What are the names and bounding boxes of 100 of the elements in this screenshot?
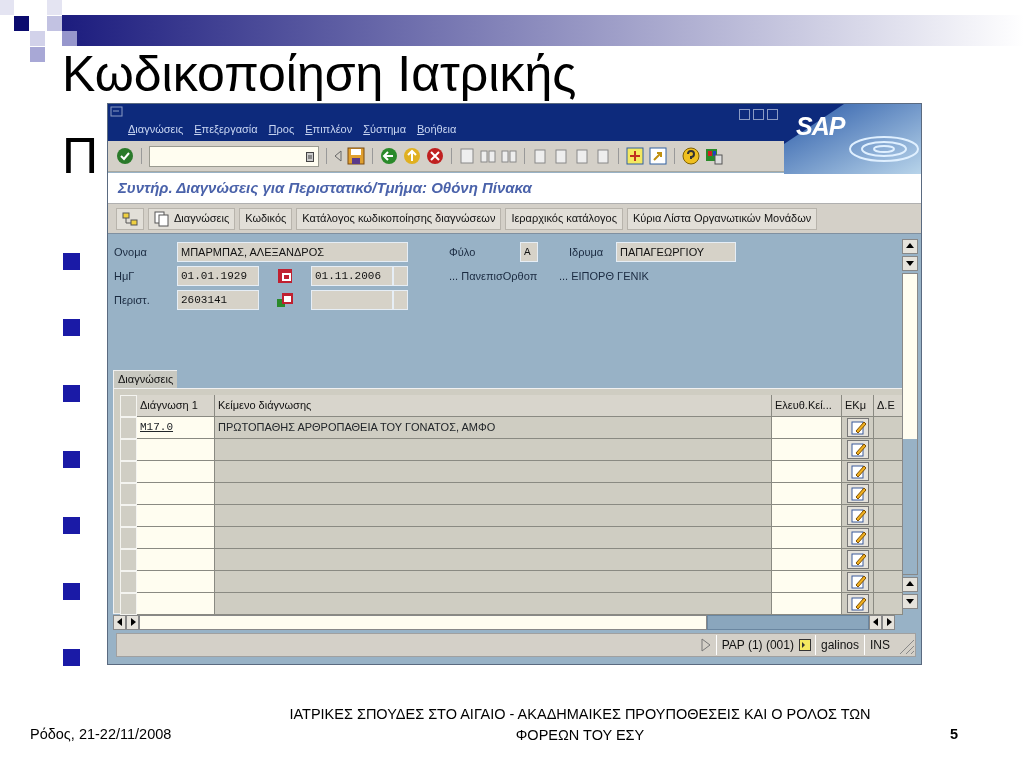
minimize-button[interactable] <box>739 109 750 120</box>
toolbar-button[interactable]: Διαγνώσεις <box>148 207 236 230</box>
input-field[interactable] <box>137 504 215 527</box>
toolbar-button[interactable]: Κωδικός <box>239 207 293 230</box>
input-field[interactable] <box>772 438 842 461</box>
scroll-left-button[interactable] <box>113 614 126 630</box>
back-icon[interactable] <box>380 147 398 166</box>
edit-button[interactable] <box>846 417 869 437</box>
up-arrow-icon <box>906 581 914 588</box>
scroll-up-button[interactable] <box>902 238 918 254</box>
menu-item[interactable]: Επιπλέον <box>305 121 353 138</box>
input-field[interactable] <box>137 460 215 483</box>
input-field[interactable] <box>772 482 842 505</box>
input-field[interactable] <box>772 570 842 593</box>
column-header[interactable]: Κείμενο διάγνωσης <box>215 394 772 417</box>
up-arrow-icon <box>906 243 914 250</box>
scroll-up-button[interactable] <box>902 576 918 592</box>
print-icon[interactable] <box>459 148 475 165</box>
page-icon[interactable] <box>595 148 611 165</box>
pencil-icon <box>849 507 866 524</box>
calendar-icon[interactable] <box>276 291 294 308</box>
hierarchy-button[interactable] <box>116 207 144 230</box>
scrollbar-thumb[interactable] <box>903 438 917 574</box>
window-icon <box>110 106 124 118</box>
input-field[interactable] <box>137 438 215 461</box>
edit-button[interactable] <box>846 593 869 613</box>
input-field[interactable] <box>772 526 842 549</box>
bullet-icon <box>63 319 80 336</box>
input-field[interactable] <box>772 416 842 439</box>
close-button[interactable] <box>767 109 778 120</box>
dropdown-icon[interactable] <box>306 150 314 162</box>
menu-item[interactable]: Προς <box>268 121 295 138</box>
menu-item[interactable]: Επεξεργασία <box>194 121 258 138</box>
edit-button[interactable] <box>846 549 869 569</box>
toolbar-button[interactable]: Κατάλογος κωδικοποίησης διαγνώσεων <box>296 207 502 230</box>
menu-item[interactable]: Βοήθεια <box>417 121 457 138</box>
save-icon[interactable] <box>347 147 365 166</box>
command-field[interactable] <box>149 145 319 167</box>
pencil-icon <box>849 485 866 502</box>
input-field[interactable] <box>137 526 215 549</box>
edit-button[interactable] <box>846 527 869 547</box>
check-icon[interactable] <box>116 147 134 166</box>
status-icon[interactable] <box>798 639 811 652</box>
input-field[interactable] <box>772 548 842 571</box>
diagnosis-code-link[interactable]: M17.0 <box>140 419 173 436</box>
edit-button[interactable] <box>846 505 869 525</box>
cancel-icon[interactable] <box>426 147 444 166</box>
calendar-icon[interactable] <box>277 267 293 284</box>
input-field[interactable] <box>137 592 215 615</box>
column-header[interactable]: Διάγνωση 1 <box>137 394 215 417</box>
column-header[interactable]: Ελευθ.Κεί... <box>772 394 842 417</box>
menu-item[interactable]: Σύστημα <box>363 121 406 138</box>
display-field[interactable]: 2603141 <box>177 289 259 310</box>
input-field[interactable] <box>772 504 842 527</box>
edit-button[interactable] <box>846 461 869 481</box>
user-name: galinos <box>814 635 864 656</box>
display-field[interactable] <box>311 289 393 310</box>
scroll-down-button[interactable] <box>902 593 918 609</box>
column-header[interactable]: ΕΚμ <box>842 394 874 417</box>
display-field[interactable] <box>393 265 408 286</box>
new-session-icon[interactable] <box>626 147 644 166</box>
edit-button[interactable] <box>846 439 869 459</box>
column-header[interactable]: Δ.Ε <box>874 394 903 417</box>
display-field[interactable]: ΠΑΠΑΓΕΩΡΓΙΟΥ <box>616 241 736 262</box>
triangle-left-icon[interactable] <box>334 150 342 163</box>
binoculars-icon[interactable] <box>480 148 496 165</box>
scroll-down-button[interactable] <box>902 255 918 271</box>
page-icon[interactable] <box>574 148 590 165</box>
display-field[interactable]: 01.01.1929 <box>177 265 259 286</box>
edit-button[interactable] <box>846 483 869 503</box>
display-field[interactable]: Α <box>520 241 538 262</box>
help-icon[interactable] <box>682 147 700 166</box>
toolbar-button[interactable]: Κύρια Λίστα Οργανωτικών Μονάδων <box>626 207 818 230</box>
input-field[interactable] <box>137 482 215 505</box>
menu-item[interactable]: Διαγνώσεις <box>128 121 184 138</box>
display-field[interactable]: 01.11.2006 <box>311 265 393 286</box>
input-field[interactable] <box>137 570 215 593</box>
screen-title: Συντήρ. Διαγνώσεις για Περιστατικό/Τμήμα: Οθόνη Πίνακα <box>118 178 532 199</box>
toolbar-button[interactable]: Ιεραρχικός κατάλογος <box>505 207 623 230</box>
display-field[interactable] <box>393 289 408 310</box>
field-label: Ονομα <box>113 244 148 260</box>
pencil-icon <box>849 419 866 436</box>
page-icon[interactable] <box>553 148 569 165</box>
field-caption: ... ΕΙΠΟΡΘ ΓΕΝΙΚ <box>558 268 649 284</box>
display-field[interactable]: ΜΠΑΡΜΠΑΣ, ΑΛΕΞΑΝΔΡΟΣ <box>177 241 408 262</box>
input-mode: INS <box>864 635 895 656</box>
edit-button[interactable] <box>846 571 869 591</box>
layout-icon[interactable] <box>705 147 723 166</box>
page-icon[interactable] <box>532 148 548 165</box>
triangle-right-icon[interactable] <box>699 638 712 653</box>
pencil-icon <box>849 551 866 568</box>
tab[interactable]: Διαγνώσεις <box>113 370 178 388</box>
field-caption: ... ΠανεπισΟρθοπ <box>448 268 539 284</box>
shortcut-icon[interactable] <box>649 147 667 166</box>
input-field[interactable] <box>137 548 215 571</box>
maximize-button[interactable] <box>753 109 764 120</box>
binoculars-icon[interactable] <box>501 148 517 165</box>
input-field[interactable] <box>772 460 842 483</box>
pencil-icon <box>849 573 866 590</box>
input-field[interactable] <box>772 592 842 615</box>
